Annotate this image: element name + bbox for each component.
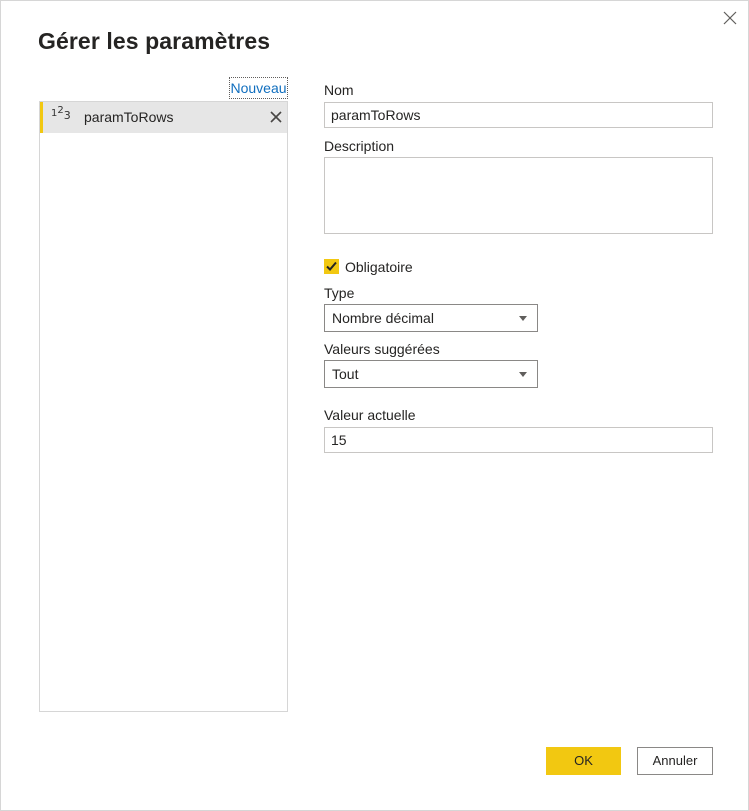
suggested-values-select[interactable]: Tout	[324, 360, 538, 388]
chevron-down-icon	[519, 372, 527, 377]
type-select-value: Nombre décimal	[332, 310, 434, 326]
parameter-list-item[interactable]: 123 paramToRows	[40, 102, 287, 133]
description-label: Description	[324, 138, 395, 154]
required-checkbox[interactable]	[324, 259, 339, 274]
type-label: Type	[324, 285, 355, 301]
name-label: Nom	[324, 82, 354, 98]
parameter-item-name: paramToRows	[84, 109, 174, 125]
current-value-input[interactable]	[324, 427, 713, 453]
current-value-label: Valeur actuelle	[324, 407, 416, 423]
chevron-down-icon	[519, 316, 527, 321]
dialog-title: Gérer les paramètres	[38, 28, 271, 54]
suggested-values-select-value: Tout	[332, 366, 359, 382]
ok-button[interactable]: OK	[546, 747, 621, 775]
type-select[interactable]: Nombre décimal	[324, 304, 538, 332]
number-type-icon: 123	[51, 105, 71, 122]
parameter-list: 123 paramToRows	[39, 101, 288, 712]
description-input[interactable]	[324, 157, 713, 234]
suggested-values-label: Valeurs suggérées	[324, 341, 440, 357]
remove-parameter-icon[interactable]	[269, 110, 283, 124]
required-label: Obligatoire	[345, 259, 413, 275]
name-input[interactable]	[324, 102, 713, 128]
cancel-button[interactable]: Annuler	[637, 747, 713, 775]
manage-parameters-dialog: Gérer les paramètres Nouveau 123 paramTo…	[0, 0, 749, 811]
checkmark-icon	[326, 261, 337, 271]
new-parameter-link[interactable]: Nouveau	[229, 77, 288, 99]
close-icon[interactable]	[720, 8, 740, 28]
